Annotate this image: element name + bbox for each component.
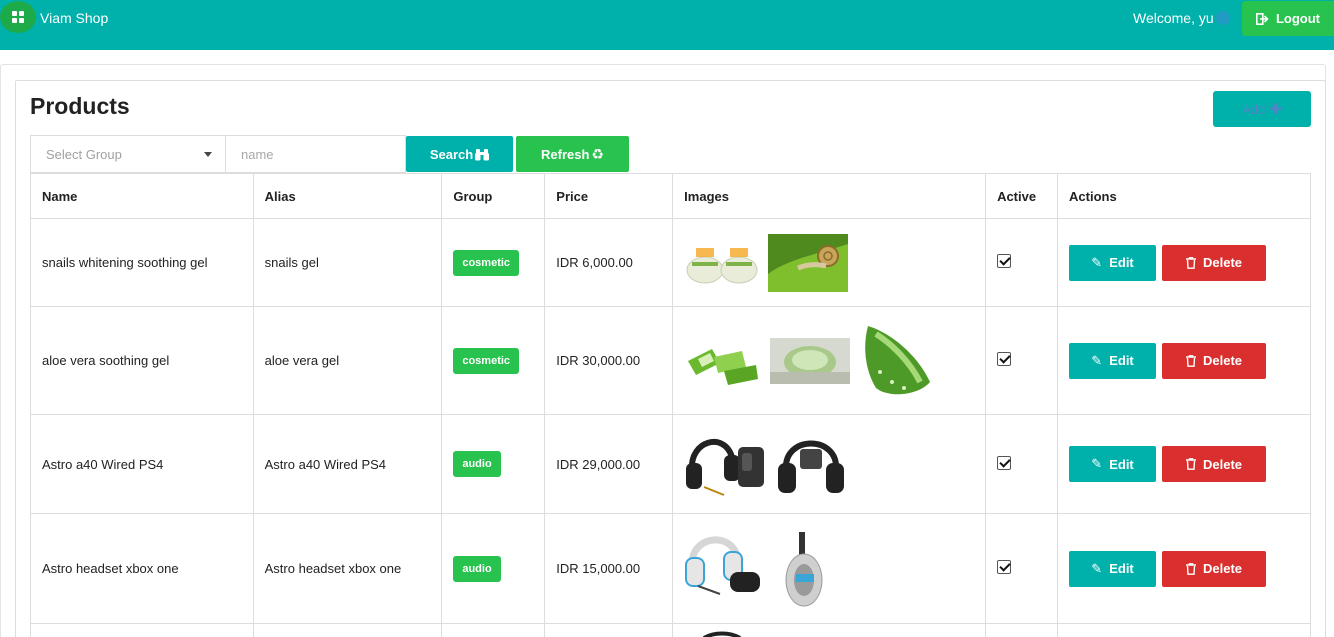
- group-badge: cosmetic: [453, 249, 520, 276]
- delete-button[interactable]: Delete: [1162, 446, 1267, 482]
- table-row: snails whitening soothing gel snails gel…: [30, 218, 1311, 307]
- edit-button[interactable]: ✎ Edit: [1069, 446, 1157, 482]
- pencil-icon: ✎: [1091, 560, 1103, 576]
- product-images: [684, 527, 974, 610]
- refresh-label: Refresh: [541, 146, 590, 162]
- delete-label: Delete: [1203, 255, 1243, 270]
- pencil-icon: ✎: [1091, 456, 1103, 471]
- grid-icon: [12, 11, 24, 23]
- product-alias: Astro headset xbox one: [252, 513, 443, 624]
- column-header-price[interactable]: Price: [544, 173, 674, 219]
- refresh-button[interactable]: Refresh ♻: [516, 136, 629, 172]
- column-header-alias[interactable]: Alias: [252, 173, 443, 219]
- product-price: IDR 15,000.00: [544, 513, 674, 624]
- product-images: [684, 233, 974, 292]
- column-header-group[interactable]: Group: [441, 173, 546, 219]
- product-thumbnail[interactable]: [684, 624, 764, 637]
- table-row: Astro headset xbox one Astro headset xbo…: [30, 513, 1311, 624]
- group-select[interactable]: Select Group: [30, 135, 226, 173]
- edit-label: Edit: [1109, 561, 1134, 576]
- product-price: IDR 29,000.00: [544, 414, 674, 514]
- add-label: Add: [1242, 101, 1266, 117]
- chevron-down-icon: [204, 152, 212, 157]
- delete-button[interactable]: Delete: [1162, 550, 1267, 587]
- delete-label: Delete: [1203, 456, 1243, 472]
- sign-out-icon: [1255, 12, 1269, 25]
- top-navbar: Viam Shop Welcome, yu Logout: [0, 0, 1334, 50]
- product-thumbnail[interactable]: [858, 321, 935, 400]
- page-title: Products: [30, 93, 130, 119]
- brand-name[interactable]: Viam Shop: [40, 10, 108, 26]
- edit-button[interactable]: ✎ Edit: [1069, 244, 1157, 281]
- pencil-icon: ✎: [1091, 352, 1103, 368]
- column-header-name[interactable]: Name: [30, 173, 254, 219]
- products-table: Name Alias Group Price Images Active Act…: [30, 173, 1311, 637]
- group-badge: audio: [453, 451, 501, 477]
- product-name: Astro headset xbox one: [30, 513, 254, 624]
- product-thumbnail[interactable]: [768, 233, 849, 292]
- table-row: aloe vera soothing gel aloe vera gel cos…: [30, 306, 1311, 415]
- product-images: [684, 429, 974, 499]
- name-search-input[interactable]: [225, 135, 406, 173]
- delete-label: Delete: [1203, 561, 1243, 576]
- binoculars-icon: [475, 148, 490, 160]
- trash-icon: [1186, 562, 1197, 575]
- product-thumbnail[interactable]: [684, 429, 767, 499]
- product-thumbnail[interactable]: [684, 527, 765, 610]
- trash-icon: [1186, 458, 1197, 470]
- edit-label: Edit: [1109, 255, 1134, 270]
- product-thumbnail[interactable]: [684, 233, 761, 292]
- product-images: [684, 321, 974, 400]
- product-thumbnail[interactable]: [774, 429, 849, 499]
- active-checkbox[interactable]: [997, 352, 1012, 366]
- delete-label: Delete: [1203, 353, 1243, 368]
- product-name: aloe vera soothing gel: [30, 306, 254, 415]
- edit-button[interactable]: ✎ Edit: [1069, 550, 1157, 587]
- product-price: IDR 6,000.00: [544, 218, 674, 307]
- product-name: snails whitening soothing gel: [30, 218, 254, 307]
- table-row: [30, 623, 1311, 637]
- product-alias: aloe vera gel: [252, 306, 443, 415]
- delete-button[interactable]: Delete: [1162, 342, 1267, 379]
- menu-toggle-button[interactable]: [0, 1, 36, 33]
- add-product-button[interactable]: Add ✚: [1213, 91, 1311, 127]
- plus-icon: ✚: [1269, 101, 1282, 118]
- product-thumbnail[interactable]: [772, 527, 839, 610]
- column-header-actions: Actions: [1057, 173, 1311, 219]
- column-header-images: Images: [672, 173, 987, 219]
- active-checkbox[interactable]: [997, 560, 1012, 574]
- product-alias: snails gel: [252, 218, 443, 307]
- user-icon: [1216, 11, 1230, 25]
- delete-button[interactable]: Delete: [1162, 244, 1267, 281]
- product-thumbnail[interactable]: [770, 337, 851, 384]
- pencil-icon: ✎: [1091, 254, 1103, 270]
- search-label: Search: [429, 146, 474, 162]
- edit-label: Edit: [1109, 456, 1134, 472]
- table-row: Astro a40 Wired PS4 Astro a40 Wired PS4 …: [30, 414, 1311, 514]
- logout-label: Logout: [1275, 11, 1321, 26]
- product-name: Astro a40 Wired PS4: [30, 414, 254, 514]
- active-checkbox[interactable]: [997, 254, 1012, 268]
- active-checkbox[interactable]: [997, 455, 1012, 470]
- product-price: IDR 30,000.00: [544, 306, 674, 415]
- search-button[interactable]: Search: [406, 136, 513, 172]
- product-thumbnail[interactable]: [684, 330, 763, 391]
- trash-icon: [1186, 354, 1197, 367]
- edit-label: Edit: [1109, 353, 1134, 368]
- logout-button[interactable]: Logout: [1242, 1, 1334, 36]
- group-badge: cosmetic: [453, 347, 520, 374]
- recycle-icon: ♻: [591, 145, 604, 162]
- welcome-text: Welcome, yu: [1133, 10, 1214, 26]
- product-alias: Astro a40 Wired PS4: [252, 414, 443, 514]
- group-select-placeholder: Select Group: [46, 146, 122, 162]
- column-header-active[interactable]: Active: [985, 173, 1059, 219]
- table-header-row: Name Alias Group Price Images Active Act…: [30, 173, 1311, 219]
- edit-button[interactable]: ✎ Edit: [1069, 342, 1157, 379]
- trash-icon: [1186, 256, 1197, 269]
- group-badge: audio: [453, 555, 501, 582]
